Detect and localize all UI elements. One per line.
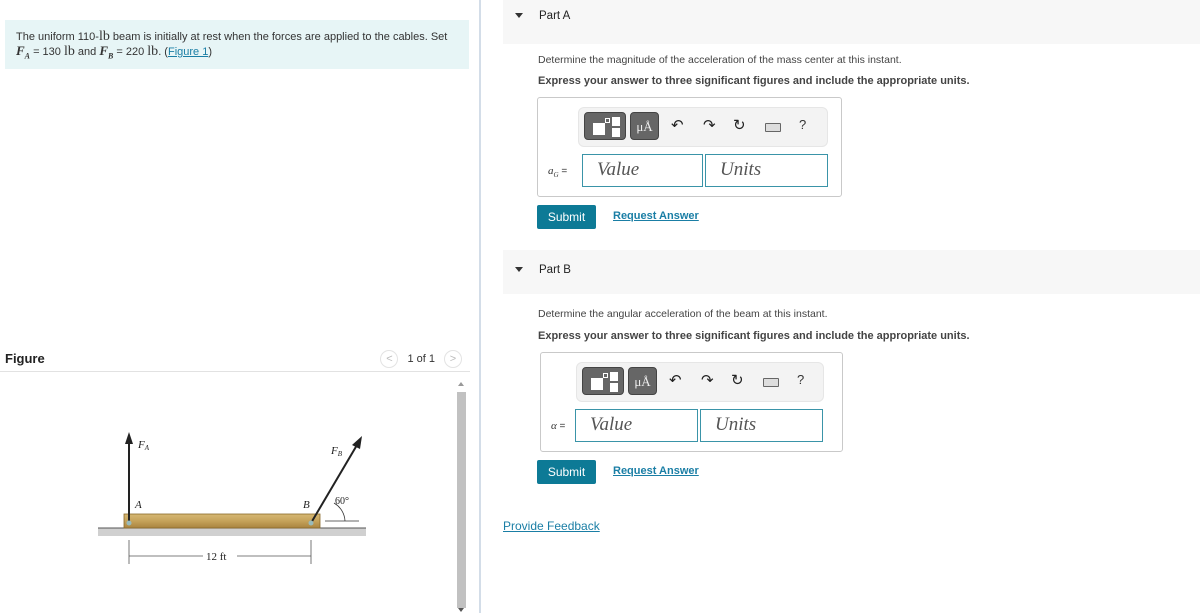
undo-icon[interactable]: ↶ bbox=[671, 117, 684, 135]
part-b-answer-box: μÅ ↶ ↷ ↻ ? α = Value Units bbox=[540, 352, 843, 452]
templates-button[interactable] bbox=[584, 112, 626, 140]
collapse-triangle-icon[interactable] bbox=[515, 267, 523, 272]
part-b-label: Part B bbox=[539, 264, 571, 276]
templates-button[interactable] bbox=[582, 367, 624, 395]
part-b-instruction: Express your answer to three significant… bbox=[538, 330, 970, 342]
figure-pager: < 1 of 1 > bbox=[380, 350, 462, 368]
scroll-up-icon[interactable] bbox=[458, 382, 464, 386]
provide-feedback-link[interactable]: Provide Feedback bbox=[503, 519, 600, 533]
page-count: 1 of 1 bbox=[407, 353, 435, 365]
figure-title: Figure bbox=[5, 351, 45, 366]
units-button[interactable]: μÅ bbox=[628, 367, 657, 395]
math-toolbar: μÅ ↶ ↷ ↻ ? bbox=[578, 107, 828, 147]
submit-button[interactable]: Submit bbox=[537, 205, 596, 229]
units-input[interactable]: Units bbox=[700, 409, 823, 442]
ground bbox=[98, 528, 366, 536]
scroll-down-icon[interactable] bbox=[458, 608, 464, 612]
chevron-left-icon[interactable]: < bbox=[380, 350, 399, 368]
problem-panel: The uniform 110-lb beam is initially at … bbox=[0, 0, 478, 613]
help-icon[interactable]: ? bbox=[799, 117, 806, 132]
redo-icon[interactable]: ↷ bbox=[703, 117, 716, 135]
help-icon[interactable]: ? bbox=[797, 372, 804, 387]
label-length: 12 ft bbox=[206, 551, 226, 563]
submit-button[interactable]: Submit bbox=[537, 460, 596, 484]
panel-divider[interactable] bbox=[479, 0, 481, 613]
fb-symbol: FB bbox=[99, 43, 114, 61]
part-a-instruction: Express your answer to three significant… bbox=[538, 75, 970, 87]
label-angle: 60° bbox=[335, 496, 349, 507]
part-a-header[interactable]: Part A bbox=[503, 0, 1200, 44]
value-input[interactable]: Value bbox=[582, 154, 703, 187]
keyboard-icon[interactable] bbox=[763, 378, 779, 387]
units-input[interactable]: Units bbox=[705, 154, 828, 187]
beam-diagram: FA FB A B 60° 12 ft bbox=[98, 432, 366, 564]
label-b: B bbox=[303, 499, 310, 511]
label-a: A bbox=[134, 499, 142, 511]
fa-symbol: FA bbox=[16, 43, 31, 61]
label-fa: FA bbox=[137, 439, 150, 452]
undo-icon[interactable]: ↶ bbox=[669, 372, 682, 390]
part-b-question: Determine the angular acceleration of th… bbox=[538, 308, 828, 320]
request-answer-link[interactable]: Request Answer bbox=[613, 465, 699, 477]
value-input[interactable]: Value bbox=[575, 409, 698, 442]
scroll-thumb[interactable] bbox=[457, 392, 466, 608]
units-button[interactable]: μÅ bbox=[630, 112, 659, 140]
figure-header: Figure < 1 of 1 > bbox=[0, 348, 470, 372]
redo-icon[interactable]: ↷ bbox=[701, 372, 714, 390]
figure-link[interactable]: Figure 1 bbox=[168, 46, 208, 58]
problem-statement: The uniform 110-lb beam is initially at … bbox=[5, 20, 469, 69]
reset-icon[interactable]: ↻ bbox=[733, 117, 746, 135]
force-b-arrowhead bbox=[352, 436, 362, 449]
force-a-arrowhead bbox=[125, 432, 133, 444]
variable-label: α = bbox=[551, 420, 566, 432]
part-b-header[interactable]: Part B bbox=[503, 250, 1200, 294]
figure-scrollbar[interactable] bbox=[456, 380, 467, 613]
math-toolbar: μÅ ↶ ↷ ↻ ? bbox=[576, 362, 824, 402]
keyboard-icon[interactable] bbox=[765, 123, 781, 132]
part-a-question: Determine the magnitude of the accelerat… bbox=[538, 54, 902, 66]
part-a-answer-box: μÅ ↶ ↷ ↻ ? aG = Value Units bbox=[537, 97, 842, 197]
request-answer-link[interactable]: Request Answer bbox=[613, 210, 699, 222]
parts-panel: Part A Determine the magnitude of the ac… bbox=[503, 0, 1200, 613]
pin-a bbox=[126, 520, 132, 526]
label-fb: FB bbox=[330, 445, 343, 458]
collapse-triangle-icon[interactable] bbox=[515, 13, 523, 18]
chevron-right-icon[interactable]: > bbox=[444, 350, 462, 368]
part-a-label: Part A bbox=[539, 10, 571, 22]
variable-label: aG = bbox=[548, 165, 568, 180]
pin-b bbox=[308, 520, 314, 526]
beam bbox=[123, 513, 321, 529]
reset-icon[interactable]: ↻ bbox=[731, 372, 744, 390]
